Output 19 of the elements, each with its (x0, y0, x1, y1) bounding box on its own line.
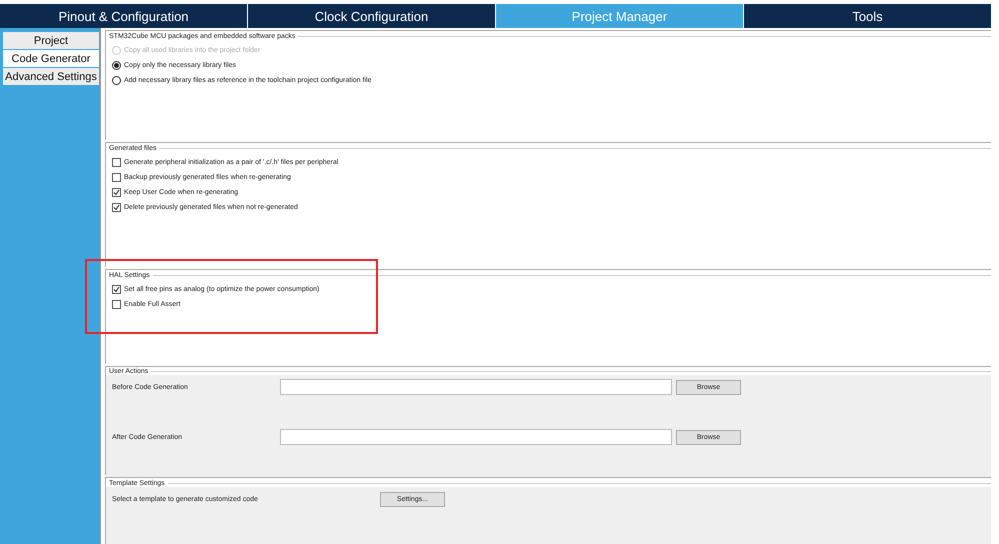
radio-button[interactable] (112, 76, 121, 85)
checkbox[interactable] (112, 158, 121, 167)
sidebar-item[interactable]: Project (3, 32, 99, 49)
checkmark-icon (113, 204, 120, 211)
checkbox[interactable] (112, 285, 121, 294)
tab[interactable]: Pinout & Configuration (0, 4, 247, 28)
path-field[interactable] (280, 379, 672, 395)
checkbox[interactable] (112, 173, 121, 182)
tab[interactable]: Clock Configuration (248, 4, 495, 28)
sidebar-item[interactable]: Advanced Settings (3, 68, 99, 85)
tab[interactable]: Tools (744, 4, 991, 28)
checkmark-icon (113, 286, 120, 293)
path-field[interactable] (280, 429, 672, 445)
sidebar-item[interactable]: Code Generator (3, 50, 99, 67)
checkbox[interactable] (112, 188, 121, 197)
checkbox[interactable] (112, 300, 121, 309)
checkbox[interactable] (112, 203, 121, 212)
radio-button[interactable] (112, 61, 121, 70)
checkmark-icon (113, 189, 120, 196)
